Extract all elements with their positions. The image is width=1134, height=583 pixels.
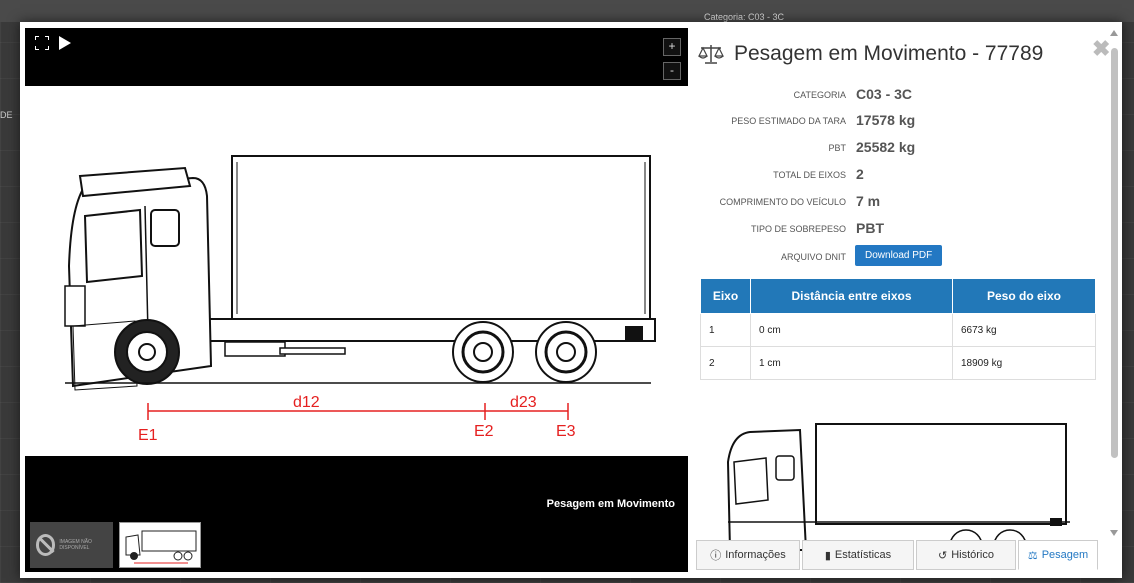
- truck-diagram-image: d12 d23 E1 E2 E3: [25, 86, 688, 456]
- scale-tab-icon: ⚖: [1027, 549, 1038, 562]
- panel-title: Pesagem em Movimento - 77789: [698, 42, 1043, 66]
- truck-preview-image: [720, 422, 1072, 563]
- play-icon[interactable]: [59, 36, 71, 50]
- label-e3: E3: [556, 423, 576, 440]
- field-pbt: PBT 25582 kg: [828, 139, 916, 155]
- tab-historico[interactable]: ↺ Histórico: [916, 540, 1016, 570]
- label-d12: d12: [293, 394, 320, 411]
- bar-chart-icon: ▮: [824, 549, 831, 562]
- scrollbar-thumb[interactable]: [1111, 48, 1118, 458]
- image-viewer: + - d12 d23 E1 E2 E3 Pesagem em Moviment…: [25, 28, 688, 572]
- info-panel: Pesagem em Movimento - 77789 CATEGORIA C…: [692, 22, 1102, 578]
- weighing-modal: + - d12 d23 E1 E2 E3 Pesagem em Moviment…: [20, 22, 1122, 578]
- tab-pesagem[interactable]: ⚖ Pesagem: [1018, 540, 1098, 570]
- background-fragment: DE: [0, 110, 13, 120]
- field-total-eixos: TOTAL DE EIXOS 2: [773, 166, 864, 182]
- header-eixo: Eixo: [700, 278, 751, 314]
- zoom-out-button[interactable]: -: [663, 62, 681, 80]
- tab-estatisticas[interactable]: ▮ Estatísticas: [802, 540, 914, 570]
- zoom-in-button[interactable]: +: [663, 38, 681, 56]
- axle-table: Eixo Distância entre eixos Peso do eixo …: [700, 278, 1096, 380]
- panel-title-text: Pesagem em Movimento - 77789: [734, 42, 1044, 65]
- info-icon: ⓘ: [710, 550, 722, 562]
- label-e1: E1: [138, 427, 158, 444]
- fullscreen-icon[interactable]: [35, 36, 49, 50]
- history-icon: ↺: [937, 549, 948, 562]
- no-image-icon: [36, 534, 56, 556]
- scroll-up-icon[interactable]: [1110, 30, 1118, 36]
- thumbnail-truck[interactable]: [119, 522, 201, 568]
- tab-informacoes[interactable]: ⓘ Informações: [696, 540, 800, 570]
- truck-diagram: d12 d23 E1 E2 E3: [64, 155, 656, 444]
- field-tipo-sobrepeso: TIPO DE SOBREPESO PBT: [750, 220, 884, 236]
- field-categoria: CATEGORIA C03 - 3C: [793, 86, 913, 102]
- panel-tabs: ⓘ Informações ▮ Estatísticas ↺ Histórico…: [692, 540, 1102, 578]
- thumbnail-no-image[interactable]: IMAGEM NÃO DISPONÍVEL: [30, 522, 113, 568]
- no-image-text: IMAGEM NÃO DISPONÍVEL: [59, 539, 92, 551]
- field-arquivo-dnit: ARQUIVO DNIT Download PDF: [692, 245, 1092, 268]
- viewer-caption: Pesagem em Movimento: [546, 498, 675, 510]
- field-comprimento: COMPRIMENTO DO VEÍCULO 7 m: [719, 193, 881, 209]
- panel-scrollbar[interactable]: [1109, 28, 1119, 538]
- header-distancia: Distância entre eixos: [750, 278, 953, 314]
- download-pdf-button[interactable]: Download PDF: [855, 245, 943, 266]
- table-row: 1 0 cm 6673 kg: [700, 313, 1096, 347]
- background-header: [0, 0, 1134, 22]
- background-category-text: Categoria: C03 - 3C: [704, 12, 785, 22]
- label-d23: d23: [510, 394, 537, 411]
- scale-icon: [698, 45, 724, 64]
- field-peso-tara: PESO ESTIMADO DA TARA 17578 kg: [731, 112, 916, 128]
- scroll-down-icon[interactable]: [1110, 530, 1118, 536]
- header-peso: Peso do eixo: [952, 278, 1096, 314]
- table-row: 2 1 cm 18909 kg: [700, 346, 1096, 380]
- label-e2: E2: [474, 423, 494, 440]
